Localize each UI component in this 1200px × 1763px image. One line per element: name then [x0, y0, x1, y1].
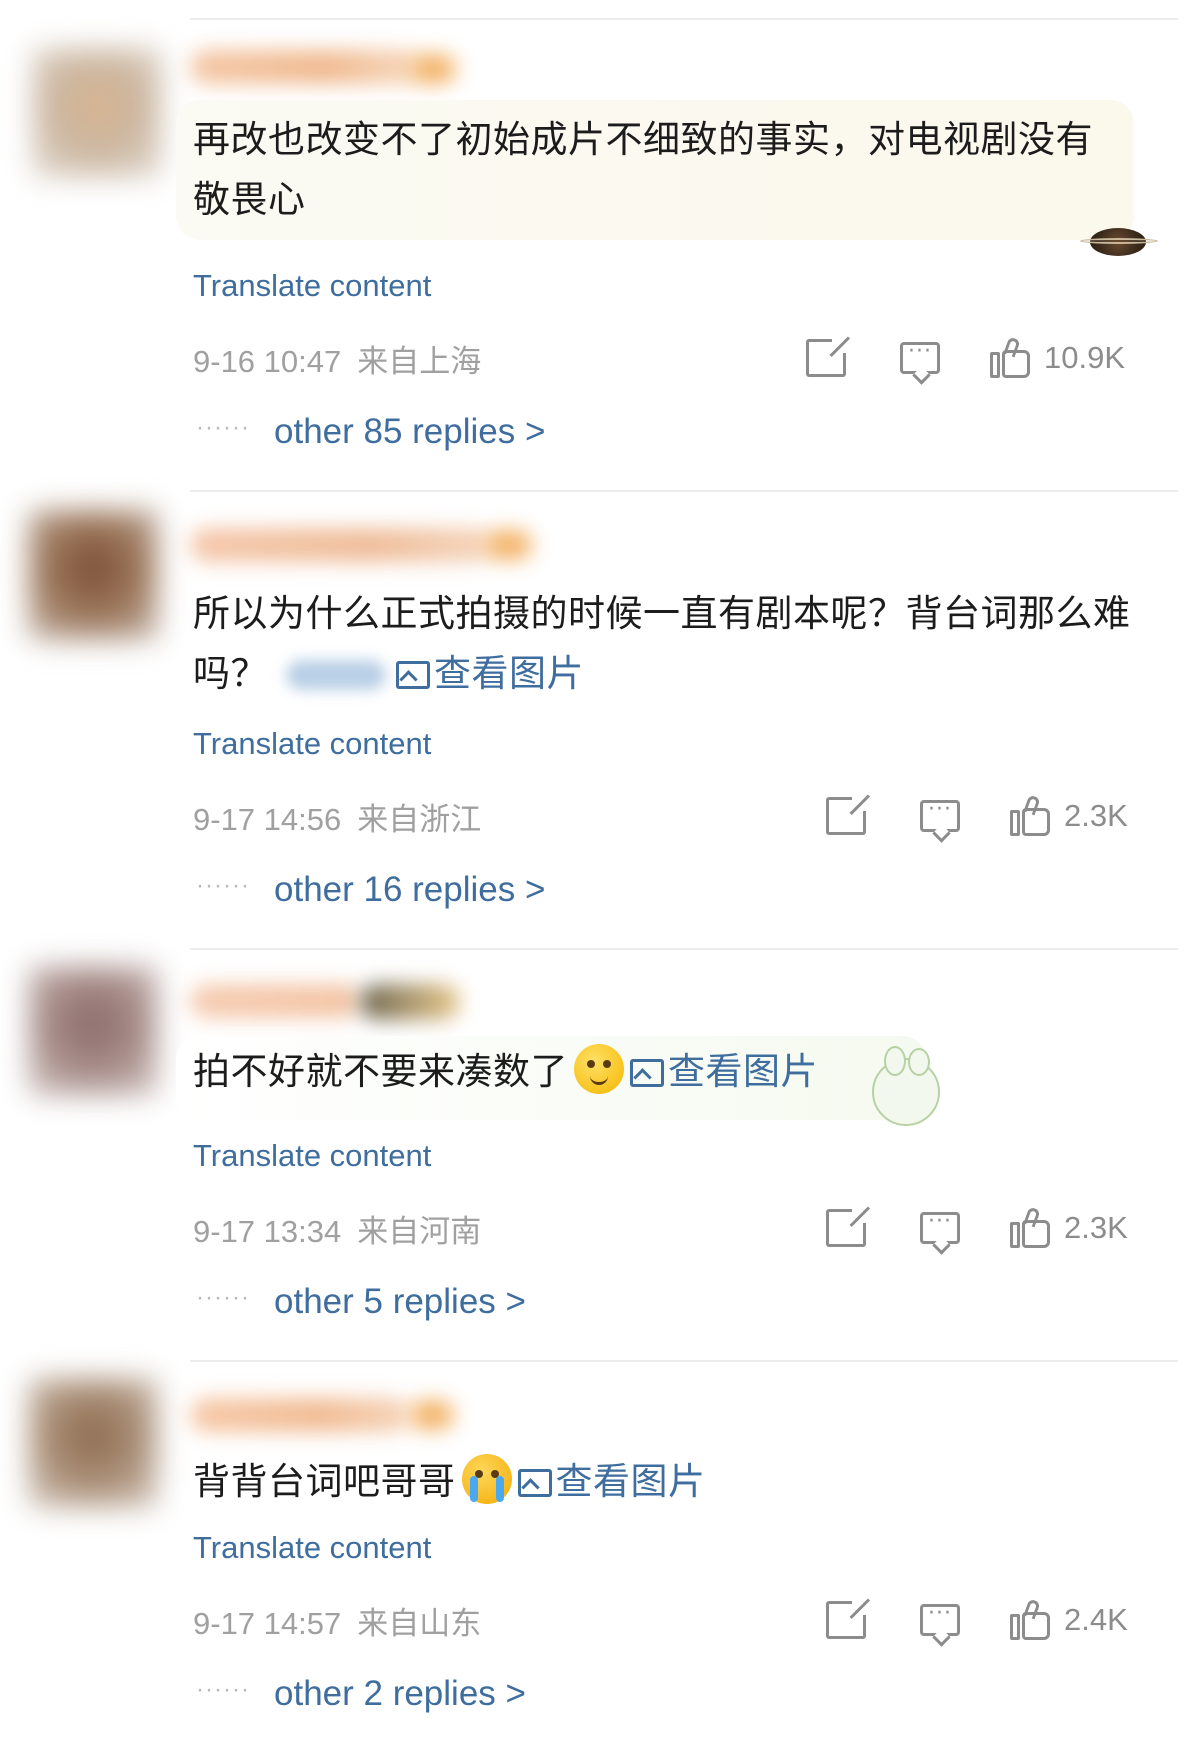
user-badge-blurred	[410, 54, 456, 84]
comment-icon[interactable]	[900, 339, 940, 374]
location: 来自上海	[357, 344, 482, 379]
like-count: 10.9K	[1044, 340, 1126, 375]
dots-icon: ······	[196, 1284, 250, 1311]
view-image-link[interactable]: 查看图片	[630, 1050, 818, 1093]
dots-icon: ······	[196, 414, 250, 441]
timestamp: 9-17 14:56	[193, 802, 342, 837]
dots-icon: ······	[196, 1676, 250, 1703]
divider	[190, 1360, 1178, 1362]
comment-icon[interactable]	[920, 1601, 960, 1636]
avatar[interactable]	[28, 510, 158, 640]
thumbs-up-icon	[990, 336, 1032, 378]
like-button[interactable]: 2.3K	[1010, 1206, 1128, 1248]
user-badge-blurred	[360, 984, 460, 1020]
timestamp: 9-17 14:57	[193, 1606, 342, 1641]
translate-content-link[interactable]: Translate content	[193, 268, 431, 304]
divider	[190, 948, 1178, 950]
user-badge-blurred	[484, 530, 532, 560]
translate-content-link[interactable]: Translate content	[193, 1530, 431, 1566]
username-blurred[interactable]	[190, 984, 360, 1018]
comment-text: 再改也改变不了初始成片不细致的事实，对电视剧没有 敬畏心	[193, 118, 1093, 221]
divider	[190, 490, 1178, 492]
dots-icon: ······	[196, 872, 250, 899]
like-count: 2.3K	[1064, 1210, 1128, 1245]
comment-actions: 2.3K	[826, 794, 1128, 838]
share-icon[interactable]	[806, 339, 846, 377]
comment-actions: 10.9K	[806, 336, 1125, 380]
planet-decoration-icon	[1080, 228, 1158, 256]
username-blurred[interactable]	[190, 528, 490, 562]
image-icon	[396, 661, 430, 689]
like-button[interactable]: 2.3K	[1010, 794, 1128, 836]
thumbs-up-icon	[1010, 1206, 1052, 1248]
avatar[interactable]	[28, 1378, 158, 1508]
like-button[interactable]: 2.4K	[1010, 1598, 1128, 1640]
comment-meta: 9-17 13:34 来自河南	[193, 1206, 481, 1251]
comment-meta: 9-17 14:57 来自山东	[193, 1598, 481, 1643]
comment-actions: 2.4K	[826, 1598, 1128, 1642]
more-replies-link[interactable]: ······ other 2 replies >	[196, 1674, 526, 1714]
view-image-link[interactable]: 查看图片	[396, 652, 584, 695]
more-replies-link[interactable]: ······ other 85 replies >	[196, 412, 545, 452]
comment-meta: 9-17 14:56 来自浙江	[193, 794, 481, 839]
avatar[interactable]	[28, 966, 158, 1096]
comment-actions: 2.3K	[826, 1206, 1128, 1250]
translate-content-link[interactable]: Translate content	[193, 1138, 431, 1174]
bunny-decoration-icon	[872, 1046, 940, 1126]
username-blurred[interactable]	[190, 1398, 410, 1432]
username-blurred[interactable]	[190, 50, 420, 84]
like-count: 2.4K	[1064, 1602, 1128, 1637]
image-icon	[517, 1469, 552, 1497]
location: 来自山东	[357, 1606, 482, 1641]
comment-text: 拍不好就不要来凑数了 查看图片	[193, 1042, 818, 1102]
share-icon[interactable]	[826, 1601, 866, 1639]
share-icon[interactable]	[826, 1209, 866, 1247]
avatar[interactable]	[32, 48, 162, 178]
divider	[190, 18, 1178, 20]
comment-icon[interactable]	[920, 1209, 960, 1244]
comment-text: 背背台词吧哥哥 查看图片	[193, 1452, 706, 1512]
more-replies-link[interactable]: ······ other 5 replies >	[196, 1282, 526, 1322]
like-count: 2.3K	[1064, 798, 1128, 833]
timestamp: 9-17 13:34	[193, 1214, 342, 1249]
comment-meta: 9-16 10:47 来自上海	[193, 336, 481, 381]
share-icon[interactable]	[826, 797, 866, 835]
crying-emoji-icon	[461, 1454, 512, 1504]
more-replies-link[interactable]: ······ other 16 replies >	[196, 870, 545, 910]
mention-blurred[interactable]	[286, 660, 386, 690]
user-badge-blurred	[410, 1400, 454, 1430]
translate-content-link[interactable]: Translate content	[193, 726, 431, 762]
thumbs-up-icon	[1010, 1598, 1052, 1640]
comment-icon[interactable]	[920, 797, 960, 832]
view-image-link[interactable]: 查看图片	[517, 1460, 706, 1503]
comment-text: 所以为什么正式拍摄的时候一直有剧本呢？背台词那么难 吗？ 查看图片	[193, 592, 1131, 695]
location: 来自河南	[357, 1214, 482, 1249]
timestamp: 9-16 10:47	[193, 344, 342, 379]
like-button[interactable]: 10.9K	[990, 336, 1126, 378]
wink-emoji-icon	[574, 1044, 624, 1094]
location: 来自浙江	[357, 802, 482, 837]
image-icon	[630, 1059, 664, 1087]
thumbs-up-icon	[1010, 794, 1052, 836]
